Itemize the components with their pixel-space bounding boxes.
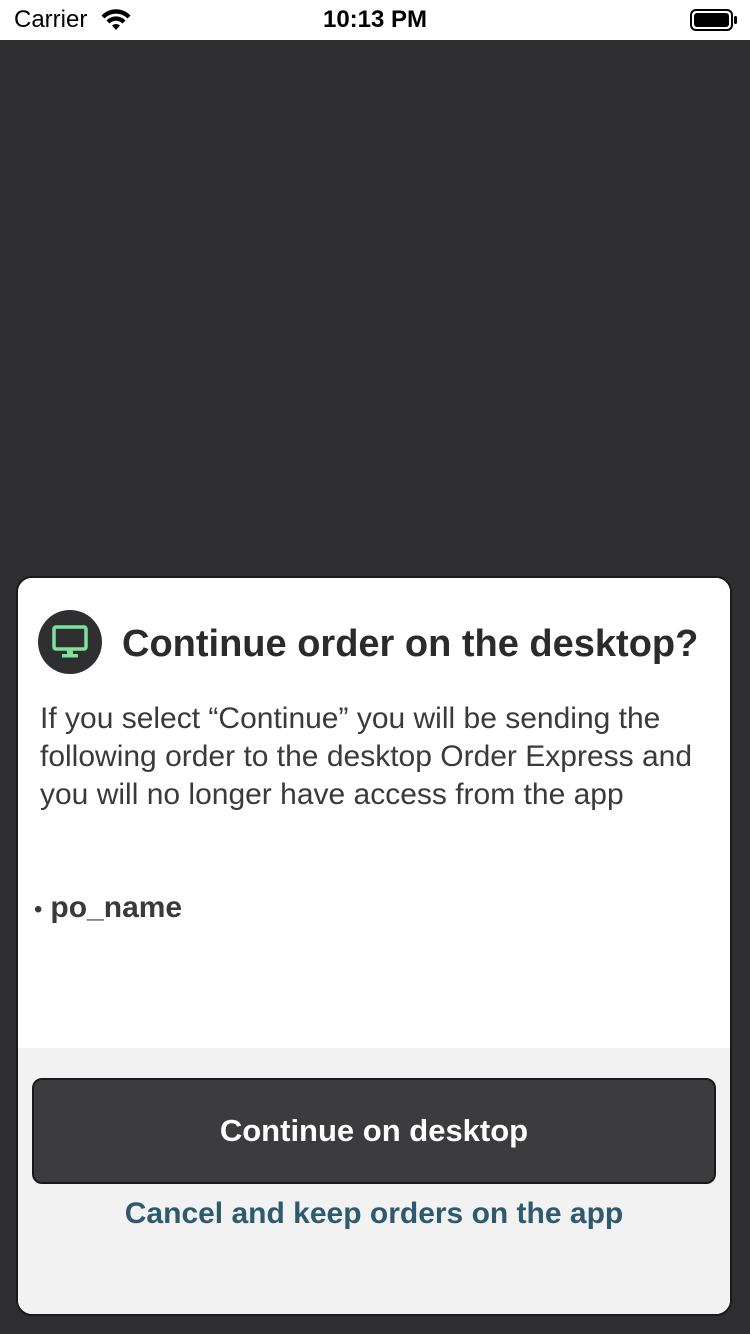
status-bar: Carrier 10:13 PM <box>0 0 750 40</box>
continue-on-desktop-button[interactable]: Continue on desktop <box>32 1078 716 1184</box>
dialog-icon-badge <box>38 610 102 674</box>
battery-icon <box>690 9 737 31</box>
bullet: • <box>34 896 43 923</box>
order-name: po_name <box>50 891 183 924</box>
dialog-body: Continue order on the desktop? If you se… <box>18 578 730 1048</box>
desktop-monitor-icon <box>52 625 88 658</box>
list-item: • po_name <box>34 888 710 930</box>
cancel-keep-orders-link[interactable]: Cancel and keep orders on the app <box>18 1188 730 1240</box>
status-time: 10:13 PM <box>322 6 428 33</box>
dialog-message: If you select “Continue” you will be sen… <box>40 702 693 811</box>
order-list: • po_name <box>34 888 710 930</box>
dialog-actions: Continue on desktop Cancel and keep orde… <box>18 1048 730 1314</box>
continue-on-desktop-dialog: Continue order on the desktop? If you se… <box>16 576 732 1316</box>
dialog-title: Continue order on the desktop? <box>122 623 699 665</box>
